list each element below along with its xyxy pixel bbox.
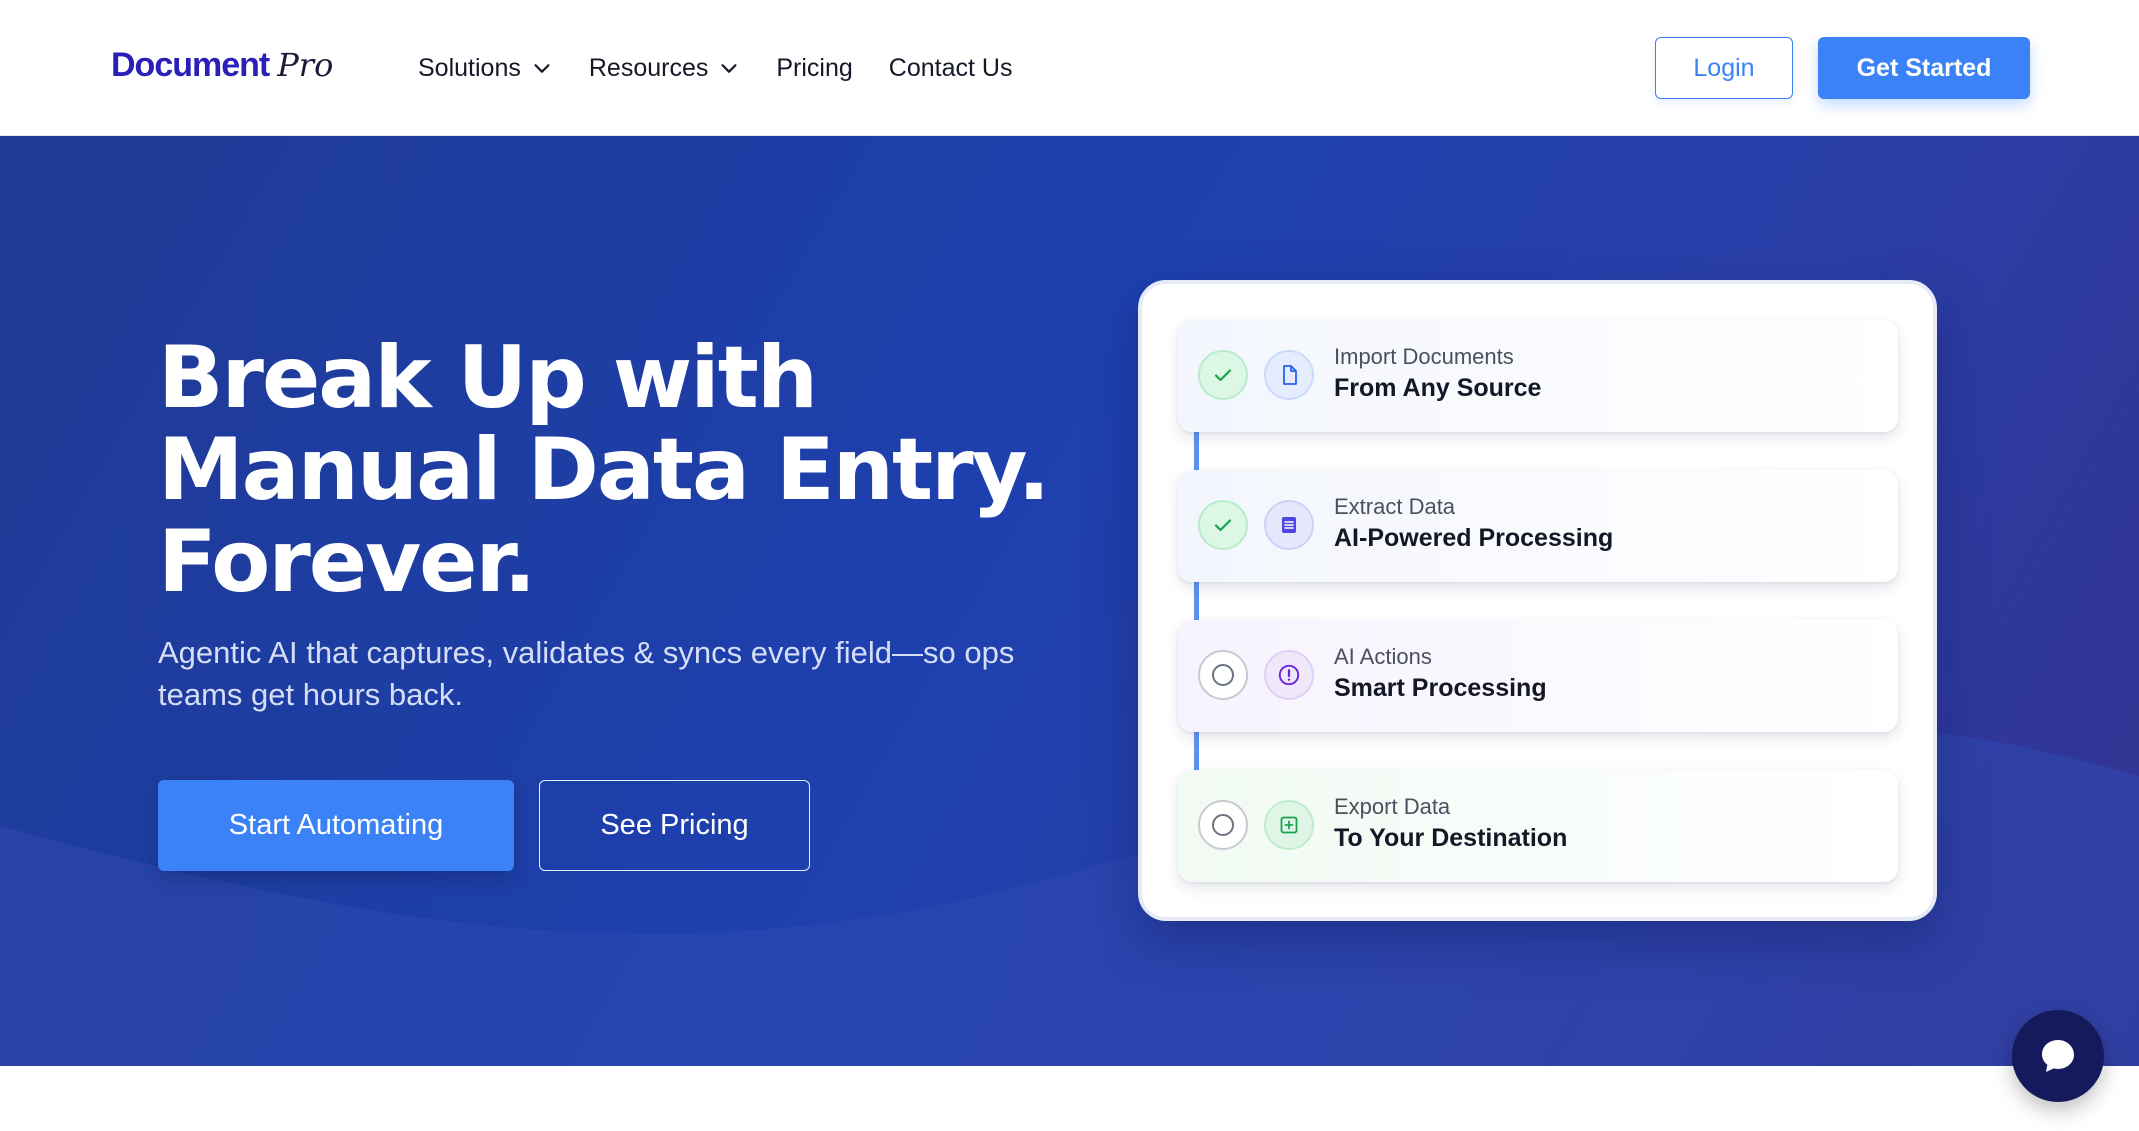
empty-circle-icon — [1212, 814, 1234, 836]
step-title: Smart Processing — [1334, 674, 1547, 702]
step-title: To Your Destination — [1334, 824, 1568, 852]
step-status-pending — [1198, 650, 1248, 700]
main-menu: Solutions Resources Pricing Contact Us — [418, 48, 1048, 88]
get-started-button[interactable]: Get Started — [1818, 37, 2030, 99]
nav-item-label: Resources — [588, 53, 709, 82]
chat-widget-button[interactable] — [2012, 1010, 2104, 1102]
nav-item-label: Pricing — [776, 53, 853, 82]
step-icon-wrapper — [1264, 800, 1314, 850]
chevron-down-icon — [721, 64, 737, 73]
step-title: AI-Powered Processing — [1334, 524, 1614, 552]
workflow-card: Import Documents From Any Source Extract… — [1138, 280, 1937, 921]
step-status-done — [1198, 350, 1248, 400]
plus-square-icon — [1280, 816, 1298, 834]
step-label: AI Actions — [1334, 644, 1432, 669]
logo-wordmark: Document — [111, 46, 270, 84]
step-status-done — [1198, 500, 1248, 550]
check-icon — [1214, 369, 1232, 382]
step-status-pending — [1198, 800, 1248, 850]
step-label: Export Data — [1334, 794, 1451, 819]
chevron-down-icon — [534, 64, 550, 73]
nav-item-label: Solutions — [418, 53, 521, 82]
headline-line: Forever. — [158, 512, 536, 612]
nav-item-pricing[interactable]: Pricing — [776, 54, 852, 83]
check-icon — [1214, 519, 1232, 532]
login-button[interactable]: Login — [1655, 37, 1793, 99]
step-label: Extract Data — [1334, 494, 1456, 519]
nav-item-resources[interactable]: Resources — [589, 54, 741, 83]
headline-line: Manual Data Entry. — [158, 420, 1050, 520]
workflow-step-extract: Extract Data AI-Powered Processing — [1178, 470, 1898, 582]
logo-script: Pro — [277, 46, 334, 84]
nav-item-contact[interactable]: Contact Us — [889, 54, 1013, 83]
step-label: Import Documents — [1334, 344, 1514, 369]
hero-headline: Break Up with Manual Data Entry. Forever… — [158, 332, 1058, 608]
nav-item-solutions[interactable]: Solutions — [418, 54, 553, 83]
alert-circle-icon — [1278, 664, 1300, 686]
workflow-step-ai-actions: AI Actions Smart Processing — [1178, 620, 1898, 732]
step-icon-wrapper — [1264, 350, 1314, 400]
step-icon-wrapper — [1264, 650, 1314, 700]
workflow-step-export: Export Data To Your Destination — [1178, 770, 1898, 882]
empty-circle-icon — [1212, 664, 1234, 686]
chat-bubble-icon — [2042, 1040, 2074, 1072]
step-title: From Any Source — [1334, 374, 1542, 402]
hero-subtitle: Agentic AI that captures, validates & sy… — [158, 635, 1015, 712]
logo[interactable]: Document Pro — [111, 46, 333, 90]
top-navbar: Document Pro Solutions Resources Pricing… — [0, 0, 2139, 136]
nav-item-label: Contact Us — [888, 53, 1013, 82]
see-pricing-button[interactable]: See Pricing — [539, 780, 810, 871]
workflow-step-import: Import Documents From Any Source — [1178, 320, 1898, 432]
step-icon-wrapper — [1264, 500, 1314, 550]
start-automating-button[interactable]: Start Automating — [158, 780, 514, 871]
hero-section: Break Up with Manual Data Entry. Forever… — [0, 136, 2139, 1066]
headline-line: Break Up with — [158, 328, 818, 428]
list-icon — [1282, 517, 1296, 533]
document-icon — [1283, 365, 1297, 385]
